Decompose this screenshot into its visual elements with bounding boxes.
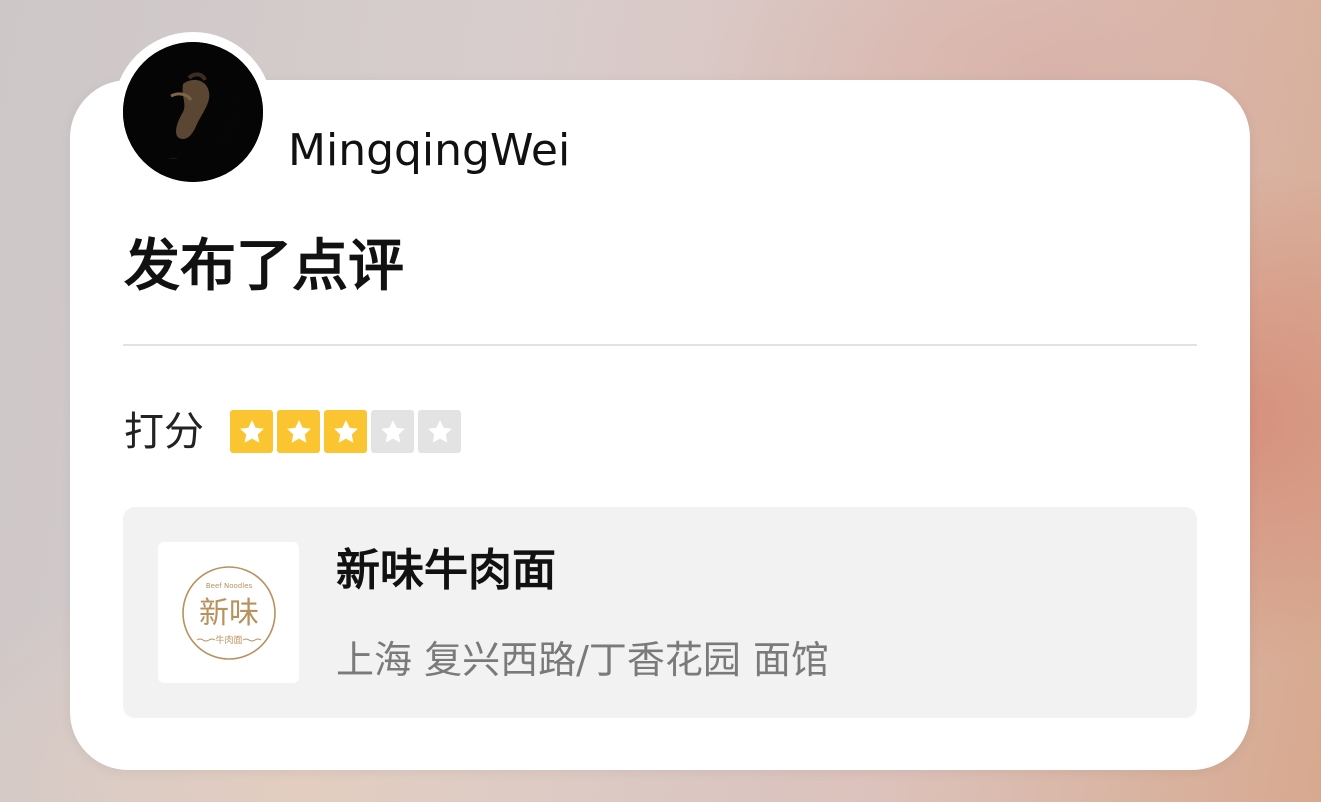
post-headline: 发布了点评	[124, 234, 404, 299]
star-4-empty-icon	[371, 410, 414, 453]
shop-logo[interactable]: Beef Noodles 新味 牛肉面	[158, 542, 299, 683]
logo-main-text: 新味	[199, 596, 259, 631]
divider	[123, 344, 1197, 346]
star-rating	[230, 410, 461, 453]
crescent-moon-icon	[123, 42, 263, 182]
star-5-empty-icon	[418, 410, 461, 453]
shop-name[interactable]: 新味牛肉面	[336, 542, 556, 600]
avatar[interactable]	[123, 42, 263, 182]
logo-sub-text: 牛肉面	[215, 634, 242, 646]
username[interactable]: MingqingWei	[288, 122, 570, 180]
rating-label: 打分	[124, 409, 204, 455]
logo-top-text: Beef Noodles	[205, 582, 252, 590]
star-1-filled-icon	[230, 410, 273, 453]
shop-logo-icon: Beef Noodles 新味 牛肉面	[181, 565, 276, 660]
star-3-filled-icon	[324, 410, 367, 453]
star-2-filled-icon	[277, 410, 320, 453]
shop-location-category: 上海 复兴西路/丁香花园 面馆	[336, 638, 829, 682]
